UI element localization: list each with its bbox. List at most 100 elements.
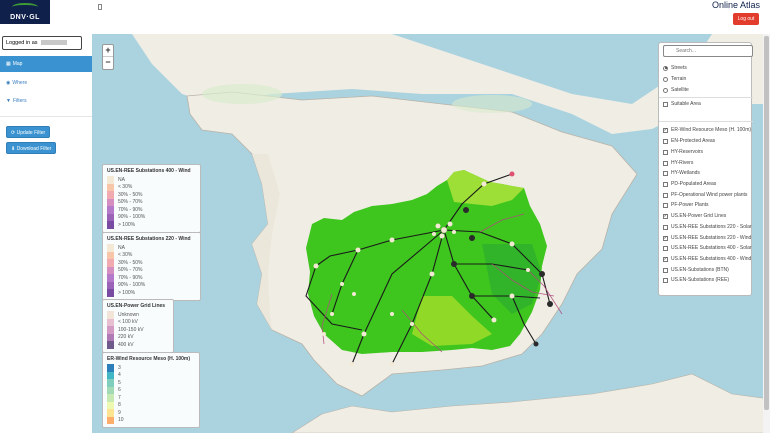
map-view[interactable]: + − US.EN-REE Substations 400 - Wind NA …: [92, 34, 770, 433]
substation-marker[interactable]: [390, 362, 394, 366]
update-filter-button[interactable]: ⟳ Update Filter: [6, 126, 51, 138]
legend-swatch: [107, 266, 114, 274]
download-filter-button[interactable]: ⬇ Download Filter: [6, 142, 57, 154]
checkbox-checked[interactable]: ✓: [663, 213, 668, 219]
substation-marker[interactable]: [355, 247, 361, 253]
checkbox[interactable]: [663, 170, 668, 176]
overlay-item[interactable]: US.EN-Substations (BTN): [663, 265, 729, 275]
overlay-item[interactable]: US.EN-REE Substations 400 - Solar: [663, 243, 752, 253]
substation-marker[interactable]: [509, 293, 515, 299]
checkbox[interactable]: [663, 267, 668, 273]
checkbox[interactable]: [663, 181, 668, 187]
overlay-item[interactable]: HY-Reservoirs: [663, 147, 703, 157]
checkbox-checked[interactable]: ✓: [663, 127, 668, 133]
overlay-item[interactable]: PD-Populated Areas: [663, 179, 716, 189]
checkbox[interactable]: [663, 138, 668, 144]
overlay-item[interactable]: ✓ US.EN-Power Grid Lines: [663, 211, 726, 221]
dnv-gl-logo[interactable]: DNV·GL: [0, 0, 50, 24]
substation-marker[interactable]: [452, 230, 456, 234]
checkbox[interactable]: [663, 224, 668, 230]
overlay-item[interactable]: HY-Wetlands: [663, 168, 700, 178]
substation-marker[interactable]: [410, 322, 414, 326]
legend-power-grid-lines: US.EN-Power Grid Lines Unknown < 100 kV …: [102, 299, 174, 353]
overlay-item[interactable]: ✓ US.EN-REE Substations 220 - Wind: [663, 233, 751, 243]
substation-marker[interactable]: [526, 268, 530, 272]
legend-label: 70% - 90%: [118, 206, 143, 213]
substation-marker[interactable]: [361, 331, 367, 337]
overlay-label: US.EN-Power Grid Lines: [671, 213, 727, 219]
legend-row: 30% - 50%: [107, 191, 196, 199]
substation-marker[interactable]: [509, 171, 515, 177]
checkbox[interactable]: [663, 160, 668, 166]
substation-marker[interactable]: [352, 292, 356, 296]
substation-marker[interactable]: [340, 282, 344, 286]
substation-marker[interactable]: [491, 317, 497, 323]
layer-search-input[interactable]: [663, 45, 753, 57]
legend-label: 30% - 50%: [118, 259, 143, 266]
checkbox-checked[interactable]: ✓: [663, 235, 668, 241]
nav-item-map[interactable]: ▦ Map: [0, 56, 92, 72]
radio-selected[interactable]: [663, 65, 668, 71]
nav-item-where[interactable]: ◉ Where: [0, 75, 92, 91]
substation-marker[interactable]: [447, 221, 453, 227]
nav-item-filters[interactable]: ▼ Filters: [0, 93, 92, 109]
legend-swatch: [107, 251, 114, 259]
checkbox-checked[interactable]: ✓: [663, 256, 668, 262]
substation-marker[interactable]: [435, 223, 441, 229]
substation-marker[interactable]: [350, 362, 354, 366]
legend-label: 220 kV: [118, 334, 134, 341]
base-layer-terrain[interactable]: Terrain: [663, 74, 686, 84]
base-layer-satellite[interactable]: Satellite: [663, 85, 689, 95]
legend-row: NA: [107, 176, 196, 184]
substation-marker[interactable]: [469, 293, 475, 299]
overlay-item[interactable]: US.EN-Substations (REE): [663, 275, 729, 285]
legend-row: Unknown: [107, 311, 169, 319]
overlay-item[interactable]: US.EN-REE Substations 220 - Solar: [663, 222, 752, 232]
radio[interactable]: [663, 87, 668, 93]
overlay-item[interactable]: PF-Power Plants: [663, 200, 709, 210]
substation-marker[interactable]: [451, 261, 457, 267]
substation-marker[interactable]: [390, 312, 394, 316]
substation-marker[interactable]: [481, 181, 487, 187]
substation-marker[interactable]: [469, 235, 475, 241]
substation-marker[interactable]: [330, 312, 334, 316]
substation-marker[interactable]: [439, 233, 445, 239]
legend-substations-220-wind: US.EN-REE Substations 220 - Wind NA < 30…: [102, 232, 201, 301]
legend-row: < 100 kV: [107, 318, 169, 326]
overlay-item[interactable]: ✓ US.EN-REE Substations 400 - Wind: [663, 254, 751, 264]
checkbox[interactable]: [663, 202, 668, 208]
radio[interactable]: [663, 76, 668, 82]
substation-marker[interactable]: [322, 332, 326, 336]
menu-toggle-icon[interactable]: [98, 4, 102, 10]
substation-marker[interactable]: [313, 263, 319, 269]
substation-marker[interactable]: [463, 207, 469, 213]
base-layer-streets[interactable]: Streets: [663, 63, 687, 73]
legend-row: 7: [107, 394, 195, 402]
checkbox[interactable]: [663, 192, 668, 198]
legend-swatch: [107, 274, 114, 282]
substation-marker[interactable]: [533, 341, 539, 347]
substation-marker[interactable]: [440, 226, 448, 234]
legend-label: 9: [118, 409, 121, 416]
legend-label: NA: [118, 244, 125, 251]
overlay-item[interactable]: ✓ ER-Wind Resource Meso (H. 100m): [663, 125, 751, 135]
logout-button[interactable]: Log out: [733, 13, 759, 25]
substation-marker[interactable]: [432, 232, 436, 236]
zoom-out-button[interactable]: −: [103, 57, 113, 69]
legend-label: Unknown: [118, 311, 139, 318]
overlay-item[interactable]: EN-Protected Areas: [663, 136, 715, 146]
zoom-in-button[interactable]: +: [103, 45, 113, 57]
substation-marker[interactable]: [389, 237, 395, 243]
checkbox[interactable]: [663, 149, 668, 155]
page-scrollbar-thumb[interactable]: [764, 36, 769, 410]
checkbox[interactable]: [663, 245, 668, 251]
checkbox[interactable]: [663, 101, 668, 107]
overlay-item[interactable]: PF-Operational Wind power plants: [663, 190, 747, 200]
substation-marker[interactable]: [539, 271, 545, 277]
substation-marker[interactable]: [547, 301, 553, 307]
substation-marker[interactable]: [429, 271, 435, 277]
overlay-suitable-area[interactable]: Suitable Area: [663, 99, 701, 109]
checkbox[interactable]: [663, 277, 668, 283]
overlay-item[interactable]: HY-Rivers: [663, 158, 693, 168]
substation-marker[interactable]: [509, 241, 515, 247]
